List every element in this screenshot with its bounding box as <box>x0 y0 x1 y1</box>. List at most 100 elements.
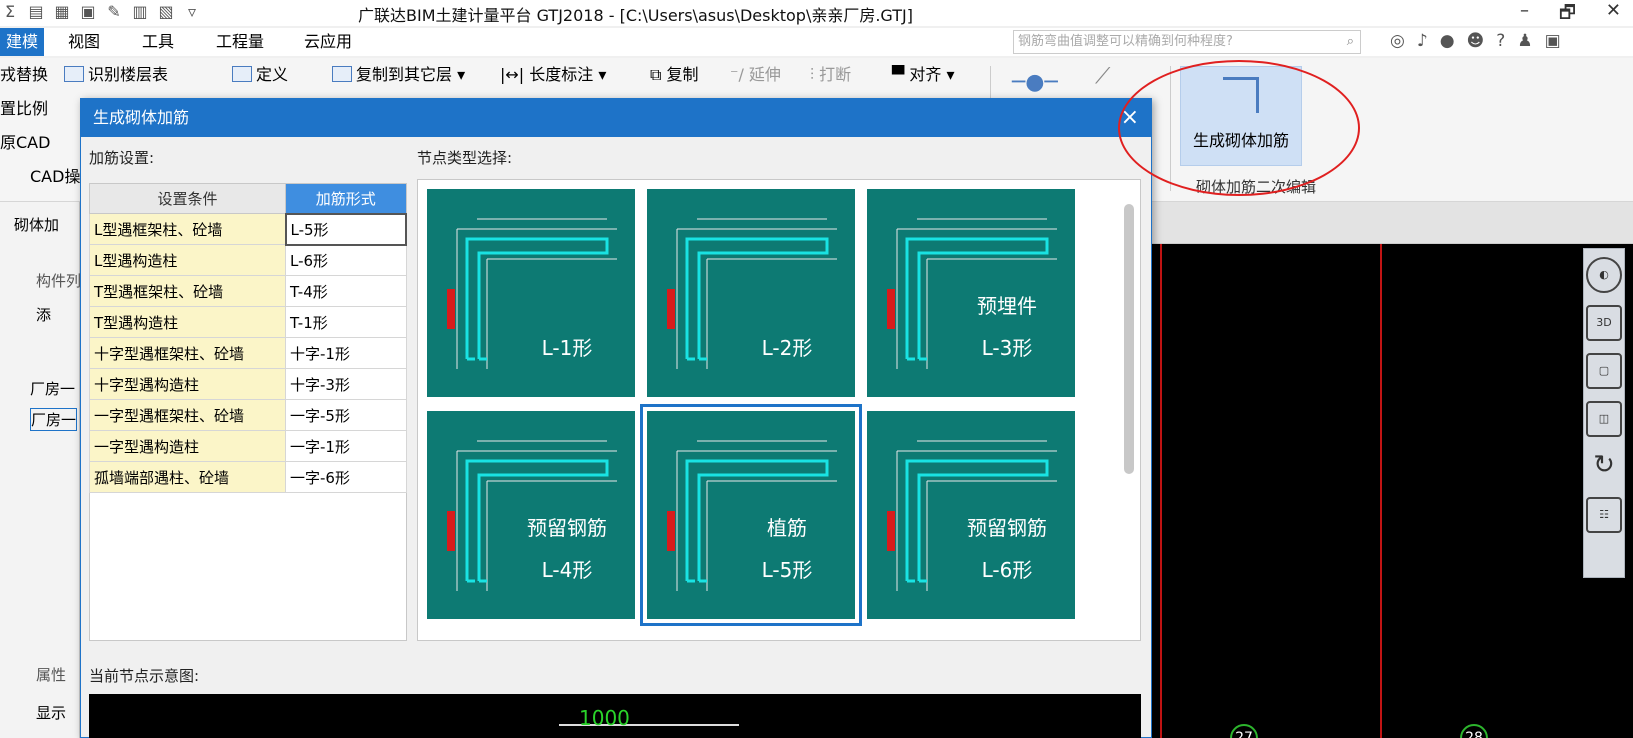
tile-label: L-2形 <box>762 336 813 360</box>
settings-table: 设置条件 加筋形式 L型遇框架柱、砼墙 L-5形 L型遇构造柱 L-6形 T型遇框架柱、… <box>89 183 407 493</box>
chat-icon[interactable]: ● <box>1440 31 1455 51</box>
search-input[interactable]: 钢筋弯曲值调整可以精确到何种程度? ⌕ <box>1013 30 1361 54</box>
help-icon[interactable]: ? <box>1496 31 1505 51</box>
node-tile-l1[interactable]: L-1形 <box>426 188 636 398</box>
header-rebar-form[interactable]: 加筋形式 <box>285 183 407 214</box>
node-diagram: 植筋 L-5形 <box>667 440 837 591</box>
customize-icon[interactable]: ▿ <box>182 2 202 21</box>
rebar-form-cell[interactable]: 一字-6形 <box>285 461 407 493</box>
rebar-form-cell[interactable]: 十字-3形 <box>285 368 407 400</box>
dimension-value: 1000 <box>579 706 630 730</box>
current-node-preview: 1000 <box>89 694 1141 738</box>
rebar-form-cell[interactable]: L-6形 <box>285 244 407 276</box>
add-component-button[interactable]: 添 <box>36 304 51 325</box>
cad-op-tool[interactable]: CAD操 <box>30 162 80 192</box>
condition-cell: 一字型遇构造柱 <box>89 430 286 462</box>
align-button[interactable]: ▀ 对齐 ▾ <box>892 60 955 90</box>
bell-icon[interactable]: ♪ <box>1417 31 1428 51</box>
search-icon[interactable]: ⌕ <box>1347 31 1354 53</box>
canvas-tab-strip <box>1150 202 1633 244</box>
scale-tool[interactable]: 置比例 <box>0 94 48 124</box>
component-item-1[interactable]: 厂房一 <box>30 378 75 399</box>
left-panel: 砌体加 构件列 添 厂房一 厂房一 属性 显示 <box>0 202 81 738</box>
layers-icon[interactable]: ☷ <box>1586 497 1622 533</box>
align-label: 对齐 <box>909 65 942 84</box>
table-row[interactable]: 一字型遇构造柱 一字-1形 <box>89 430 407 462</box>
tile-extra-label: 预留钢筋 <box>527 516 607 540</box>
table-row[interactable]: 十字型遇框架柱、砼墙 十字-1形 <box>89 337 407 369</box>
table-row[interactable]: 孤墙端部遇柱、砼墙 一字-6形 <box>89 461 407 493</box>
rebar-form-cell[interactable]: T-4形 <box>285 275 407 307</box>
break-button[interactable]: ⫶ 打断 <box>810 60 851 90</box>
node-tile-l2[interactable]: L-2形 <box>646 188 856 398</box>
component-list-tab[interactable]: 构件列 <box>36 270 81 291</box>
gallery-scrollbar[interactable] <box>1124 204 1134 474</box>
menu-view[interactable]: 视图 <box>62 28 106 56</box>
grid-icon[interactable]: ▥ <box>130 2 150 21</box>
new-icon[interactable]: ▧ <box>156 2 176 21</box>
restore-button[interactable]: 🗗 <box>1559 0 1576 30</box>
tile-label: L-3形 <box>982 336 1033 360</box>
menu-cloud[interactable]: 云应用 <box>298 28 358 56</box>
node-tile-l5[interactable]: 植筋 L-5形 <box>640 404 862 626</box>
copy-floor-icon <box>332 66 352 82</box>
close-window-button[interactable]: ✕ <box>1606 0 1621 30</box>
replace-tool[interactable]: 戎替换 <box>0 60 48 90</box>
properties-tab[interactable]: 属性 <box>36 664 66 685</box>
window-icon[interactable]: ▣ <box>1545 31 1561 51</box>
length-mark-button[interactable]: |↔| 长度标注 ▾ <box>500 60 606 90</box>
quick-access-toolbar: Σ ▤ ▦ ▣ ✎ ▥ ▧ ▿ <box>0 2 202 21</box>
shirt-icon[interactable]: ♟ <box>1517 31 1532 51</box>
menu-quantity[interactable]: 工程量 <box>210 28 270 56</box>
ls1-marker <box>887 289 895 329</box>
orbit-icon[interactable]: ◐ <box>1586 257 1622 293</box>
rebar-form-cell[interactable]: 十字-1形 <box>285 337 407 369</box>
calc-icon[interactable]: ▣ <box>78 2 98 21</box>
rotate-icon[interactable]: ↻ <box>1586 449 1622 485</box>
component-item-2[interactable]: 厂房一 <box>30 408 78 431</box>
node-tile-l4[interactable]: 预留钢筋 L-4形 <box>426 410 636 620</box>
table-row[interactable]: L型遇框架柱、砼墙 L-5形 <box>89 212 407 246</box>
table-row[interactable]: T型遇框架柱、砼墙 T-4形 <box>89 275 407 307</box>
open-icon[interactable]: ▤ <box>26 2 46 21</box>
line-tool-icon[interactable]: ⟋ <box>1095 62 1110 92</box>
rebar-form-cell[interactable]: 一字-5形 <box>285 399 407 431</box>
table-row[interactable]: L型遇构造柱 L-6形 <box>89 244 407 276</box>
copy-to-floor-label: 复制到其它层 <box>356 65 453 84</box>
table-row[interactable]: 一字型遇框架柱、砼墙 一字-5形 <box>89 399 407 431</box>
tile-label: L-1形 <box>542 336 593 360</box>
component-dropdown[interactable]: 砌体加 <box>14 214 59 235</box>
define-button[interactable]: 定义 <box>232 60 288 90</box>
minimize-button[interactable]: – <box>1520 0 1529 30</box>
3d-view-icon[interactable]: 3D <box>1586 305 1622 341</box>
rebar-form-cell[interactable]: 一字-1形 <box>285 430 407 462</box>
settings-label: 加筋设置: <box>89 149 155 167</box>
copy-button[interactable]: ⧉ 复制 <box>650 60 699 90</box>
extend-button[interactable]: ⁻/ 延伸 <box>730 60 781 90</box>
preview-icon[interactable]: ▦ <box>52 2 72 21</box>
pencil-icon[interactable]: ✎ <box>104 2 124 21</box>
node-diagram: 预留钢筋 L-4形 <box>447 440 617 591</box>
cad-tool[interactable]: 原CAD <box>0 128 50 158</box>
table-row[interactable]: 十字型遇构造柱 十字-3形 <box>89 368 407 400</box>
sum-icon[interactable]: Σ <box>0 2 20 21</box>
settings-table-body: L型遇框架柱、砼墙 L-5形 L型遇构造柱 L-6形 T型遇框架柱、砼墙 T-4形 T型遇构… <box>89 212 407 493</box>
box-view-icon[interactable]: ▢ <box>1586 353 1622 389</box>
user-icon[interactable]: ◎ <box>1390 31 1405 51</box>
node-diagram: L-2形 <box>667 218 837 369</box>
avatar-icon[interactable]: ☻ <box>1467 31 1485 51</box>
drawing-canvas[interactable]: 27 28 <box>1150 244 1633 738</box>
menu-build[interactable]: 建模 <box>0 28 45 56</box>
rebar-form-cell[interactable]: L-5形 <box>284 212 407 246</box>
rebar-form-cell[interactable]: T-1形 <box>285 306 407 338</box>
cube-view-icon[interactable]: ◫ <box>1586 401 1622 437</box>
point-tool-icon[interactable]: ─●─ <box>1012 68 1058 98</box>
copy-to-floor-button[interactable]: 复制到其它层 ▾ <box>332 60 465 90</box>
table-row[interactable]: T型遇构造柱 T-1形 <box>89 306 407 338</box>
node-type-gallery: L-1形 L-2形 预埋件 L-3形 预留钢筋 L-4形 植筋 L-5形 预留钢筋 L-… <box>417 179 1141 641</box>
node-tile-l3[interactable]: 预埋件 L-3形 <box>866 188 1076 398</box>
menu-tools[interactable]: 工具 <box>136 28 180 56</box>
node-tile-l6[interactable]: 预留钢筋 L-6形 <box>866 410 1076 620</box>
identify-floors-button[interactable]: 识别楼层表 <box>64 60 168 90</box>
ls1-marker <box>667 289 675 329</box>
